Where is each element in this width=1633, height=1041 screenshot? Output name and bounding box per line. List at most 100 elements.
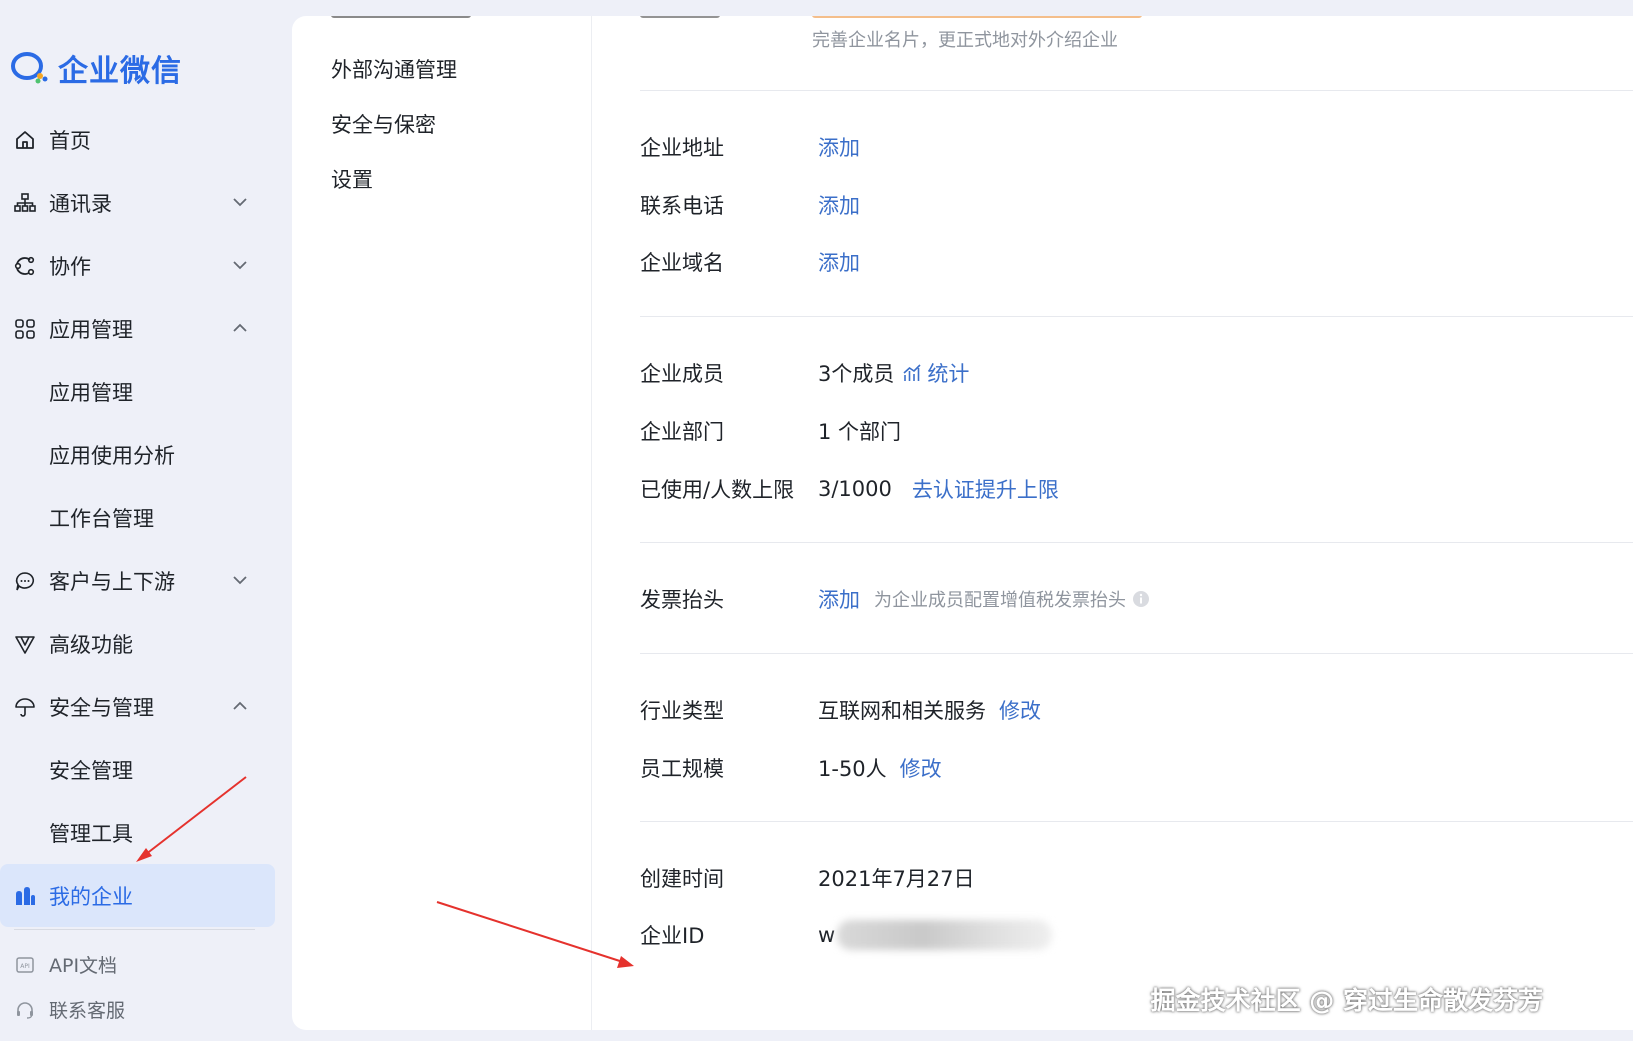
scale-row: 员工规模 1-50人 修改 [640, 753, 942, 783]
sidebar-item-advanced-features[interactable]: 高级功能 [0, 612, 275, 675]
sidebar-item-contacts[interactable]: 通讯录 [0, 171, 275, 234]
sidebar-item-collaboration[interactable]: 协作 [0, 234, 275, 297]
chevron-down-icon [233, 576, 247, 585]
members-statistics-link[interactable]: 统计 [927, 358, 969, 388]
departments-row: 企业部门 1 个部门 [640, 416, 901, 446]
sidebar-item-label: 客户与上下游 [49, 569, 175, 594]
invoice-hint: 为企业成员配置增值税发票抬头 [874, 590, 1126, 611]
secondary-nav-cropped-item [331, 16, 471, 18]
sidebar-item-customers[interactable]: 客户与上下游 [0, 549, 275, 612]
business-card-hint: 完善企业名片，更正式地对外介绍企业 [812, 30, 1118, 51]
watermark: 掘金技术社区 @ 穿过生命散发芬芳 [1150, 986, 1543, 1015]
enterprise-building-icon [14, 885, 36, 907]
app-name: 企业微信 [58, 54, 182, 89]
add-address-link[interactable]: 添加 [818, 132, 860, 162]
add-phone-link[interactable]: 添加 [818, 190, 860, 220]
chevron-up-icon [233, 701, 247, 710]
sidebar-item-label: 协作 [49, 254, 91, 279]
domain-label: 企业域名 [640, 251, 724, 275]
sidebar-item-label: API文档 [49, 955, 118, 977]
cropped-link [812, 16, 1142, 18]
sidebar-item-label: 首页 [49, 128, 91, 153]
members-count: 3个成员 [818, 362, 895, 386]
sidebar-subitem-workbench-management[interactable]: 工作台管理 [0, 486, 275, 549]
section-divider [640, 653, 1633, 654]
add-invoice-link[interactable]: 添加 [818, 584, 860, 614]
sidebar-item-label: 安全与管理 [49, 695, 154, 720]
enterprise-info: 完善企业名片，更正式地对外介绍企业 企业地址 添加 联系电话 添加 企业域名 添… [592, 16, 1633, 1030]
sidebar-subitem-admin-tools[interactable]: 管理工具 [0, 801, 275, 864]
members-label: 企业成员 [640, 362, 724, 386]
edit-industry-link[interactable]: 修改 [999, 695, 1041, 725]
apps-grid-icon [14, 318, 36, 340]
org-chart-icon [14, 192, 36, 214]
address-label: 企业地址 [640, 136, 724, 160]
secondary-nav-external-communication[interactable]: 外部沟通管理 [331, 54, 457, 84]
chevron-up-icon [233, 323, 247, 332]
invoice-label: 发票抬头 [640, 588, 724, 612]
home-icon [14, 129, 36, 151]
sidebar-divider [14, 929, 255, 930]
created-value: 2021年7月27日 [818, 867, 975, 891]
svg-text:API: API [20, 963, 30, 970]
sidebar: 企业微信 首页 通讯录 协作 应用管理 应用管理 应用使用分析 工作台管理 客户… [0, 0, 280, 1041]
sidebar-item-my-enterprise[interactable]: 我的企业 [0, 864, 275, 927]
invoice-row: 发票抬头 添加 为企业成员配置增值税发票抬头 [640, 584, 1150, 614]
secondary-nav: 外部沟通管理 安全与保密 设置 [292, 16, 592, 1030]
add-domain-link[interactable]: 添加 [818, 247, 860, 277]
cropped-label [640, 16, 720, 18]
secondary-nav-settings[interactable]: 设置 [331, 164, 373, 194]
wecom-logo-icon [11, 52, 48, 84]
created-row: 创建时间 2021年7月27日 [640, 863, 975, 893]
sidebar-item-security-admin[interactable]: 安全与管理 [0, 675, 275, 738]
admin-console: 企业微信 首页 通讯录 协作 应用管理 应用管理 应用使用分析 工作台管理 客户… [0, 0, 1633, 1041]
section-divider [640, 542, 1633, 543]
limit-value: 3/1000 [818, 477, 892, 501]
corp-id-blurred [837, 920, 1053, 950]
statistics-icon[interactable] [902, 363, 922, 383]
advanced-v-icon [14, 633, 36, 655]
sidebar-item-label: 管理工具 [49, 821, 133, 846]
sidebar-item-customer-service[interactable]: 联系客服 [0, 987, 275, 1032]
app-logo[interactable]: 企业微信 [10, 46, 182, 90]
address-row: 企业地址 添加 [640, 132, 860, 162]
sidebar-item-label: 应用管理 [49, 317, 133, 342]
industry-value: 互联网和相关服务 [818, 699, 986, 723]
corp-id-label: 企业ID [640, 924, 705, 948]
sidebar-item-label: 高级功能 [49, 632, 133, 657]
main-card: 外部沟通管理 安全与保密 设置 完善企业名片，更正式地对外介绍企业 企业地址 添… [292, 16, 1633, 1030]
upgrade-limit-link[interactable]: 去认证提升上限 [912, 474, 1059, 504]
members-row: 企业成员 3个成员 统计 [640, 358, 969, 388]
industry-row: 行业类型 互联网和相关服务 修改 [640, 695, 1041, 725]
sidebar-nav: 首页 通讯录 协作 应用管理 应用管理 应用使用分析 工作台管理 客户与上下游 … [0, 108, 275, 1032]
sidebar-item-label: 工作台管理 [49, 506, 154, 531]
sidebar-subitem-app-management[interactable]: 应用管理 [0, 360, 275, 423]
chevron-down-icon [233, 198, 247, 207]
sidebar-item-label: 安全管理 [49, 758, 133, 783]
collaboration-icon [14, 255, 36, 277]
sidebar-bottom-links: API API文档 联系客服 [0, 942, 275, 1032]
info-icon[interactable] [1132, 590, 1150, 608]
departments-label: 企业部门 [640, 420, 724, 444]
sidebar-item-api-docs[interactable]: API API文档 [0, 942, 275, 987]
phone-row: 联系电话 添加 [640, 190, 860, 220]
scale-label: 员工规模 [640, 757, 724, 781]
limit-row: 已使用/人数上限 3/1000 去认证提升上限 [640, 474, 1059, 504]
sidebar-item-home[interactable]: 首页 [0, 108, 275, 171]
umbrella-icon [14, 696, 36, 718]
corp-id-value[interactable]: w [818, 923, 835, 947]
section-divider [640, 821, 1633, 822]
chat-bubble-icon [14, 570, 36, 592]
sidebar-subitem-app-usage-analysis[interactable]: 应用使用分析 [0, 423, 275, 486]
sidebar-subitem-security-management[interactable]: 安全管理 [0, 738, 275, 801]
sidebar-item-label: 应用使用分析 [49, 443, 175, 468]
scale-value: 1-50人 [818, 757, 887, 781]
secondary-nav-security-privacy[interactable]: 安全与保密 [331, 109, 436, 139]
sidebar-item-app-management[interactable]: 应用管理 [0, 297, 275, 360]
corp-id-row: 企业ID w [640, 920, 1053, 950]
section-divider [640, 90, 1633, 91]
chevron-down-icon [233, 261, 247, 270]
headset-icon [14, 999, 36, 1021]
edit-scale-link[interactable]: 修改 [900, 753, 942, 783]
sidebar-item-label: 应用管理 [49, 380, 133, 405]
